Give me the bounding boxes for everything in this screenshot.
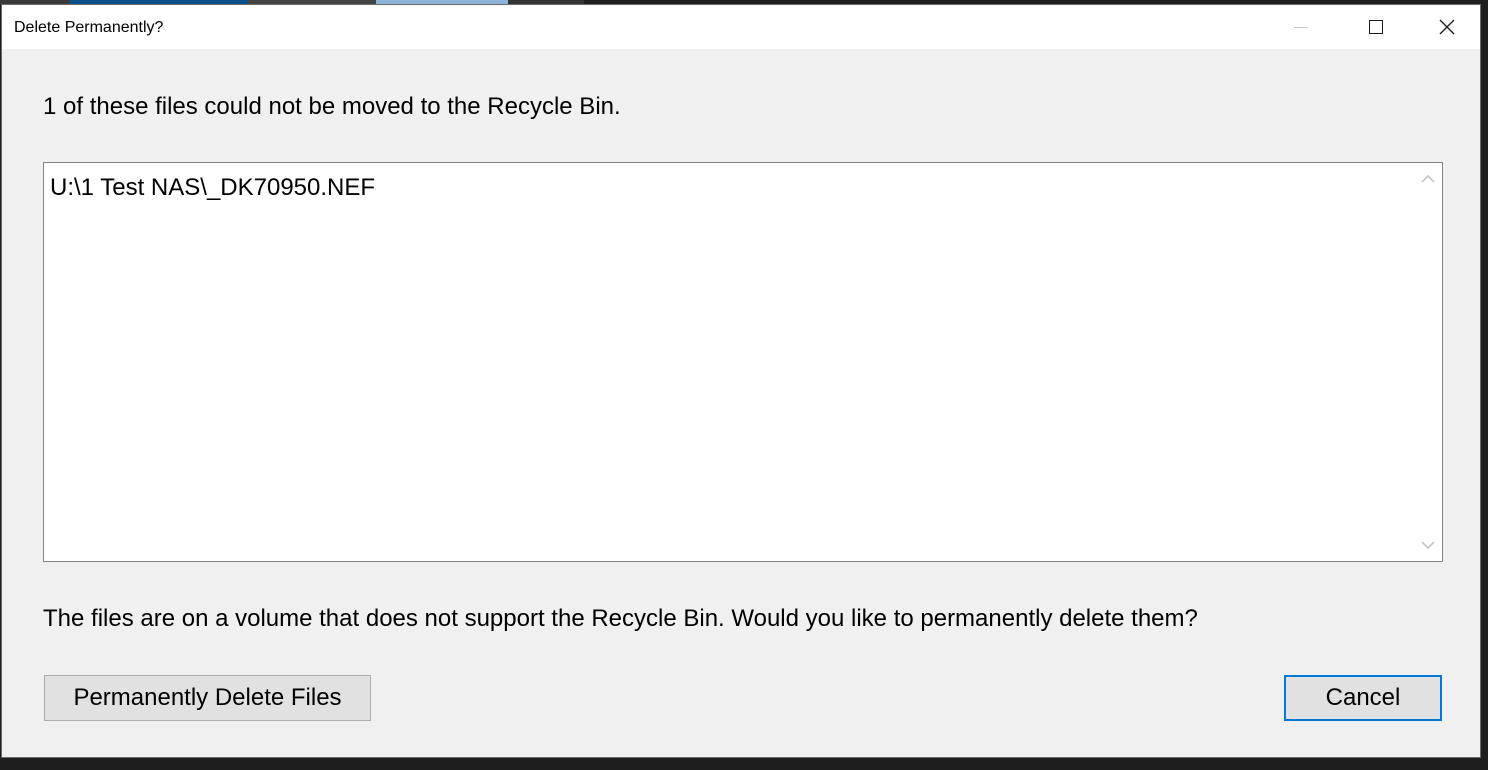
maximize-button[interactable] — [1341, 5, 1411, 49]
chevron-up-icon — [1421, 174, 1435, 183]
close-icon — [1439, 19, 1455, 35]
chevron-down-icon — [1421, 541, 1435, 550]
dialog-title: Delete Permanently? — [14, 19, 164, 36]
close-button[interactable] — [1412, 5, 1482, 49]
cancel-button[interactable]: Cancel — [1284, 675, 1442, 721]
error-message: 1 of these files could not be moved to t… — [43, 93, 621, 120]
delete-permanently-dialog: Delete Permanently? 1 of these files cou… — [1, 4, 1481, 758]
vertical-scrollbar[interactable] — [1414, 163, 1442, 561]
maximize-icon — [1369, 20, 1383, 34]
file-list-item[interactable]: U:\1 Test NAS\_DK70950.NEF — [50, 174, 375, 202]
permanently-delete-button[interactable]: Permanently Delete Files — [44, 675, 371, 721]
scroll-up-button[interactable] — [1414, 165, 1442, 193]
minimize-icon — [1294, 26, 1308, 28]
confirmation-question: The files are on a volume that does not … — [43, 605, 1198, 632]
title-bar[interactable]: Delete Permanently? — [2, 5, 1480, 49]
minimize-button — [1266, 5, 1336, 49]
scroll-down-button[interactable] — [1414, 531, 1442, 559]
file-list[interactable]: U:\1 Test NAS\_DK70950.NEF — [43, 162, 1443, 562]
